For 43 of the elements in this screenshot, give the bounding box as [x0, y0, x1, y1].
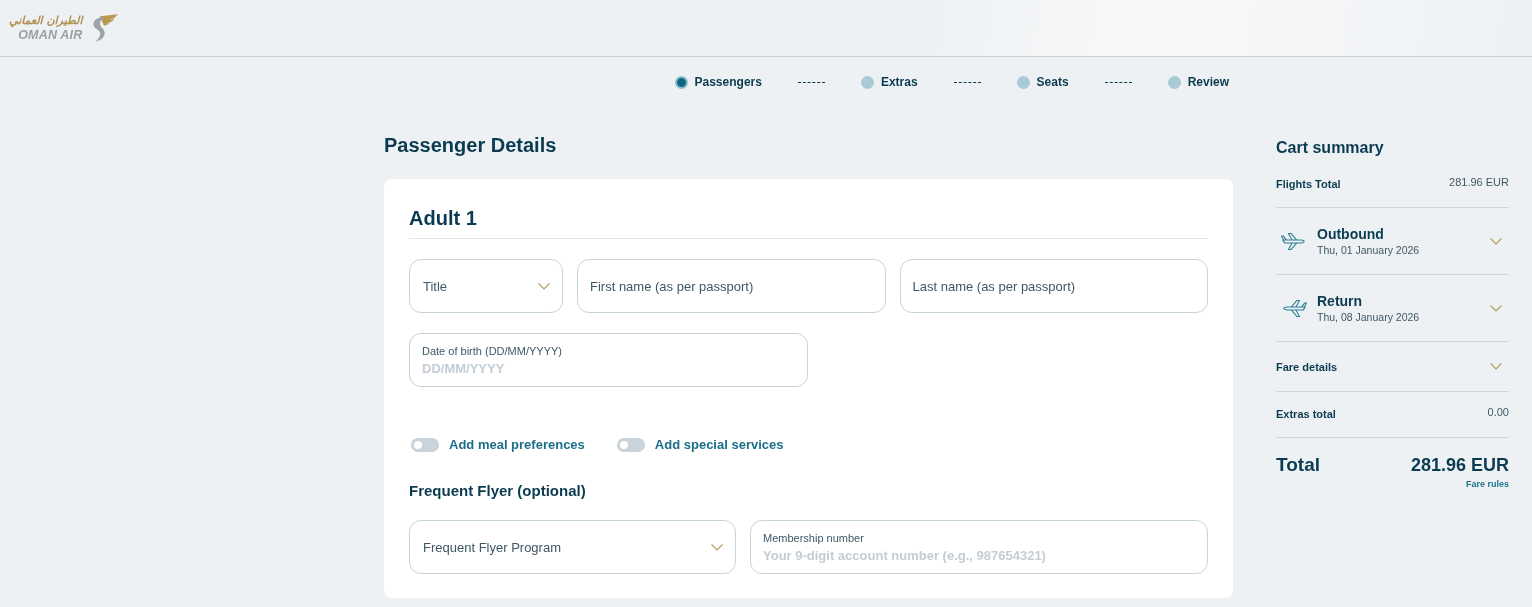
- step-label[interactable]: Passengers: [694, 72, 762, 92]
- total-value: 281.96 EUR: [1410, 454, 1509, 477]
- fare-rules-link[interactable]: Fare rules: [1465, 478, 1509, 490]
- date-of-birth-field[interactable]: Date of birth (DD/MM/YYYY) DD/MM/YYYY: [409, 333, 808, 387]
- name-input[interactable]: Last name (as per passport): [899, 259, 1208, 313]
- name-input[interactable]: First name (as per passport): [577, 259, 886, 313]
- date-input[interactable]: DD/MM/YYYY: [422, 360, 795, 377]
- field-label: Date of birth (DD/MM/YYYY): [422, 343, 562, 358]
- flight-title[interactable]: Return: [1317, 292, 1420, 310]
- flight-title[interactable]: Outbound: [1317, 225, 1420, 243]
- page-title: Passenger Details: [384, 133, 558, 158]
- logo-name: OMAN AIR: [18, 27, 83, 42]
- step-label[interactable]: Extras: [880, 72, 918, 92]
- step-label[interactable]: Review: [1187, 72, 1229, 92]
- flight-date: Thu, 08 January 2026: [1317, 310, 1420, 324]
- title-select[interactable]: Title: [409, 259, 563, 313]
- chevron-down-icon: [711, 543, 723, 551]
- chevron-down-icon[interactable]: [1490, 237, 1502, 245]
- field-label: Membership number: [763, 530, 864, 545]
- toggle-switch[interactable]: [616, 438, 645, 452]
- amount-label: Extras total: [1276, 407, 1336, 422]
- amount-value: 0.00: [1487, 405, 1509, 420]
- total-label: Total: [1276, 453, 1320, 477]
- membership-number-field[interactable]: Membership number Your 9-digit account number (e.g., 987654321): [750, 520, 1208, 574]
- frequent-flyer-heading: Frequent Flyer (optional): [409, 481, 587, 501]
- flight-date: Thu, 01 January 2026: [1317, 243, 1420, 257]
- amount-value: 281.96 EUR: [1449, 175, 1509, 190]
- step-label[interactable]: Seats: [1036, 72, 1069, 92]
- airplane-icon: [1280, 298, 1308, 318]
- program-select[interactable]: Frequent Flyer Program: [409, 520, 736, 574]
- membership-number-input[interactable]: Your 9-digit account number (e.g., 987654321): [763, 547, 1195, 564]
- toggle-switch[interactable]: [411, 438, 439, 452]
- passenger-heading: Adult 1: [409, 204, 1208, 239]
- chevron-down-icon[interactable]: [1490, 363, 1502, 370]
- toggle-label[interactable]: Add special services: [654, 435, 784, 455]
- logo-arabic-name: الطيران العماني: [9, 13, 83, 28]
- fare-details-label[interactable]: Fare details: [1276, 356, 1338, 377]
- chevron-down-icon: [538, 282, 550, 290]
- chevron-down-icon[interactable]: [1490, 304, 1502, 312]
- airplane-icon: [1280, 231, 1308, 251]
- amount-label: Flights Total: [1276, 177, 1341, 192]
- toggle-label[interactable]: Add meal preferences: [449, 435, 585, 455]
- cart-summary-title: Cart summary: [1276, 138, 1385, 158]
